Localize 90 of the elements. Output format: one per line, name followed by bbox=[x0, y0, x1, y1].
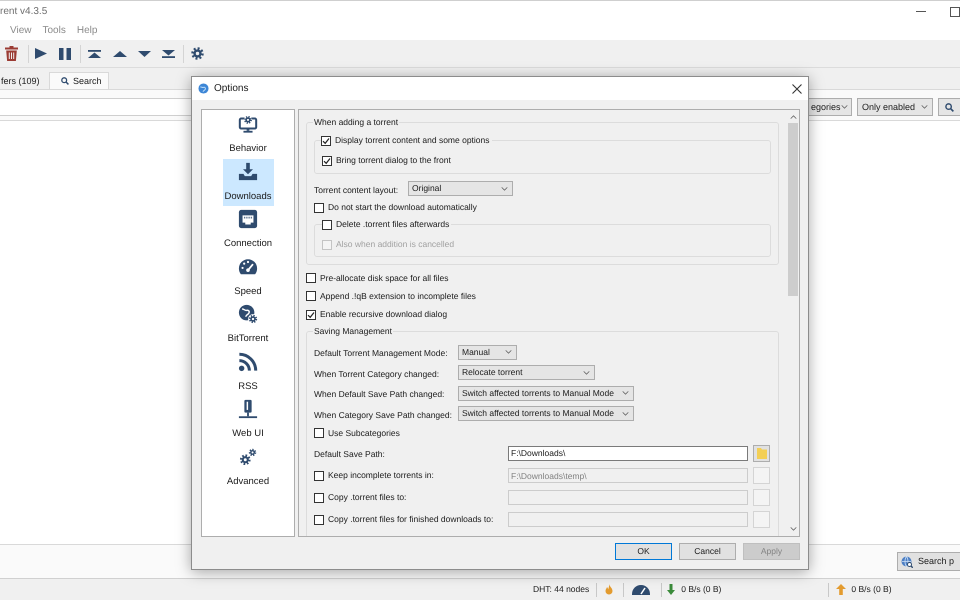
move-up-icon[interactable] bbox=[113, 50, 127, 56]
search-button[interactable] bbox=[938, 98, 960, 116]
path-field[interactable]: F:\Downloads\ bbox=[508, 446, 748, 461]
upload-speed: 0 B/s (0 B) bbox=[851, 584, 892, 595]
category-item[interactable]: Speed bbox=[222, 254, 274, 301]
folder-icon bbox=[756, 447, 766, 460]
option-label: Also when addition is cancelled bbox=[336, 239, 454, 250]
search-plugins-button[interactable]: Search p bbox=[897, 552, 960, 571]
option-label: Bring torrent dialog to the front bbox=[336, 155, 451, 166]
option-label: Copy .torrent files for finished downloads to: bbox=[328, 514, 494, 526]
checkbox[interactable] bbox=[306, 273, 316, 284]
category-item[interactable]: Advanced bbox=[222, 444, 274, 491]
settings-icon[interactable] bbox=[191, 47, 204, 60]
group-title: Delete .torrent files afterwards bbox=[332, 219, 452, 230]
dropdown[interactable]: Switch affected torrents to Manual Mode bbox=[458, 386, 634, 401]
dropdown[interactable]: Manual bbox=[458, 344, 517, 360]
gears-icon bbox=[238, 446, 258, 466]
option-label: Enable recursive download dialog bbox=[320, 309, 448, 320]
checkbox[interactable] bbox=[321, 136, 331, 146]
category-item[interactable]: Web UI bbox=[222, 396, 274, 444]
category-item[interactable]: Connection bbox=[222, 206, 274, 254]
field-label: Default Torrent Management Mode: bbox=[314, 348, 448, 358]
download-arrow-icon bbox=[667, 584, 676, 595]
checkbox[interactable] bbox=[322, 220, 332, 230]
pause-icon[interactable] bbox=[59, 48, 71, 60]
scrollbar-thumb[interactable] bbox=[788, 123, 798, 296]
category-item[interactable]: Behavior bbox=[222, 111, 274, 158]
dropdown[interactable]: Switch affected torrents to Manual Mode bbox=[458, 406, 634, 422]
chevron-down-icon bbox=[840, 105, 848, 109]
category-item[interactable]: Downloads bbox=[222, 158, 274, 206]
category-item[interactable]: RSS bbox=[222, 348, 274, 396]
chevron-down-icon bbox=[501, 186, 508, 190]
move-top-icon[interactable] bbox=[88, 50, 101, 58]
dialog-title: Options bbox=[214, 82, 248, 94]
checkbox[interactable] bbox=[322, 156, 332, 166]
checkbox[interactable] bbox=[306, 291, 316, 302]
field-label: When Default Save Path changed: bbox=[314, 389, 444, 400]
option-label: Do not start the download automatically bbox=[328, 202, 477, 213]
ok-button[interactable]: OK bbox=[615, 543, 672, 560]
chevron-down-icon bbox=[583, 370, 590, 375]
globe-gear-icon bbox=[238, 304, 258, 324]
field-label: When Torrent Category changed: bbox=[314, 368, 440, 379]
play-icon[interactable] bbox=[35, 48, 47, 59]
checkbox[interactable] bbox=[314, 428, 324, 438]
download-tray-icon bbox=[238, 162, 258, 182]
search-icon bbox=[61, 77, 69, 85]
network-port-icon bbox=[238, 209, 258, 229]
move-down-icon[interactable] bbox=[138, 50, 151, 56]
upload-arrow-icon bbox=[836, 584, 846, 595]
chevron-down-icon bbox=[622, 391, 629, 396]
search-icon bbox=[945, 102, 954, 112]
option-label: Copy .torrent files to: bbox=[328, 492, 406, 504]
chevron-down-icon bbox=[622, 412, 629, 416]
chevron-down-icon bbox=[505, 350, 512, 354]
field-label: Default Save Path: bbox=[314, 449, 385, 460]
dropdown[interactable]: Only enabled bbox=[857, 98, 933, 116]
field-label: When Category Save Path changed: bbox=[314, 410, 452, 420]
option-label: Use Subcategories bbox=[328, 428, 400, 439]
dropdown[interactable]: Original bbox=[408, 181, 513, 196]
download-speed: 0 B/s (0 B) bbox=[681, 584, 722, 595]
option-label: Pre-allocate disk space for all files bbox=[320, 272, 449, 284]
server-tower-icon bbox=[238, 399, 258, 419]
checkbox[interactable] bbox=[314, 202, 324, 212]
gauge-icon bbox=[238, 256, 258, 276]
dht-status: DHT: 44 nodes bbox=[533, 584, 590, 595]
tab[interactable]: Search bbox=[49, 72, 109, 89]
option-label: Append .!qB extension to incomplete files bbox=[320, 290, 476, 302]
monitor-gear-icon bbox=[238, 114, 258, 134]
group-title: Saving Management bbox=[313, 326, 393, 337]
chevron-down-icon[interactable] bbox=[790, 527, 796, 531]
chevron-up-icon[interactable] bbox=[790, 115, 796, 119]
field-label: Torrent content layout: bbox=[314, 184, 398, 194]
window-title: rent v4.3.5 bbox=[0, 6, 48, 18]
option-label: Keep incomplete torrents in: bbox=[328, 470, 434, 482]
globe-icon bbox=[198, 83, 209, 94]
group-title: Display torrent content and some options bbox=[331, 135, 492, 146]
close-icon[interactable] bbox=[792, 84, 802, 94]
checkbox[interactable] bbox=[306, 310, 316, 320]
speedometer-icon[interactable] bbox=[632, 584, 650, 594]
cancel-button[interactable]: Cancel bbox=[679, 543, 736, 560]
trash-icon[interactable] bbox=[5, 46, 18, 61]
rss-icon bbox=[238, 352, 258, 372]
dropdown[interactable]: Relocate torrent bbox=[458, 365, 595, 380]
chevron-down-icon bbox=[921, 105, 928, 109]
maximize-icon[interactable] bbox=[950, 6, 960, 16]
category-item[interactable]: BitTorrent bbox=[222, 301, 274, 348]
dropdown[interactable]: egories bbox=[808, 98, 852, 116]
group-title: When adding a torrent bbox=[313, 117, 400, 128]
globe-search-icon bbox=[901, 556, 913, 568]
move-bottom-icon[interactable] bbox=[162, 50, 175, 58]
